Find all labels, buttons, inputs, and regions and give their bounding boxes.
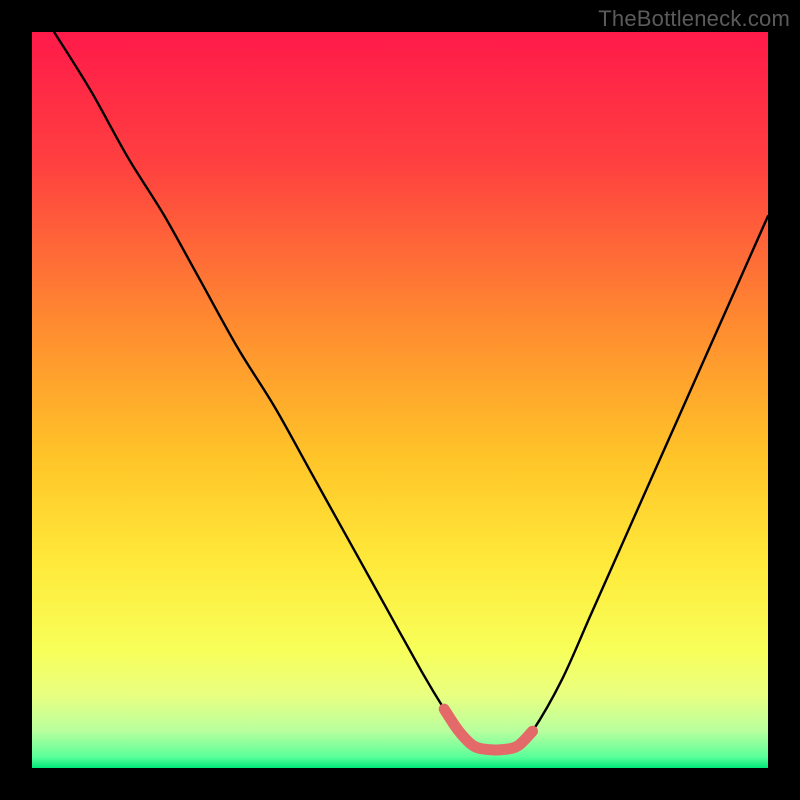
watermark-text: TheBottleneck.com bbox=[598, 6, 790, 32]
bottleneck-curve bbox=[32, 32, 768, 768]
chart-frame: TheBottleneck.com bbox=[0, 0, 800, 800]
plot-area bbox=[32, 32, 768, 768]
